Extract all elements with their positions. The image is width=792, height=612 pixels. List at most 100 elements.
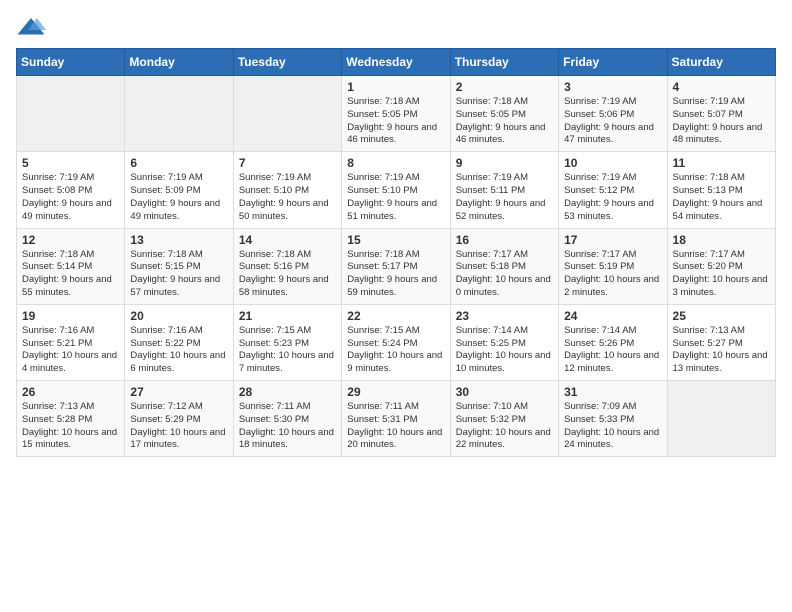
day-number: 19 [22,309,119,323]
day-info: Sunrise: 7:19 AM Sunset: 5:08 PM Dayligh… [22,172,119,223]
day-number: 15 [347,233,444,247]
logo-icon [16,16,46,38]
day-number: 6 [130,156,227,170]
day-info: Sunrise: 7:18 AM Sunset: 5:05 PM Dayligh… [347,96,444,147]
day-number: 22 [347,309,444,323]
day-info: Sunrise: 7:19 AM Sunset: 5:10 PM Dayligh… [347,172,444,223]
day-number: 9 [456,156,553,170]
day-info: Sunrise: 7:18 AM Sunset: 5:17 PM Dayligh… [347,249,444,300]
day-number: 12 [22,233,119,247]
day-cell: 26 Sunrise: 7:13 AM Sunset: 5:28 PM Dayli… [17,381,125,457]
day-info: Sunrise: 7:11 AM Sunset: 5:31 PM Dayligh… [347,401,444,452]
week-row-3: 12 Sunrise: 7:18 AM Sunset: 5:14 PM Dayli… [17,228,776,304]
day-number: 27 [130,385,227,399]
day-cell: 3 Sunrise: 7:19 AM Sunset: 5:06 PM Daylig… [559,76,667,152]
week-row-2: 5 Sunrise: 7:19 AM Sunset: 5:08 PM Daylig… [17,152,776,228]
day-number: 5 [22,156,119,170]
day-number: 4 [673,80,770,94]
day-number: 8 [347,156,444,170]
day-header-wednesday: Wednesday [342,49,450,76]
day-cell: 13 Sunrise: 7:18 AM Sunset: 5:15 PM Dayli… [125,228,233,304]
day-cell: 29 Sunrise: 7:11 AM Sunset: 5:31 PM Dayli… [342,381,450,457]
day-number: 3 [564,80,661,94]
page-header [16,16,776,38]
day-info: Sunrise: 7:18 AM Sunset: 5:16 PM Dayligh… [239,249,336,300]
day-number: 2 [456,80,553,94]
day-header-saturday: Saturday [667,49,775,76]
day-number: 13 [130,233,227,247]
day-info: Sunrise: 7:19 AM Sunset: 5:10 PM Dayligh… [239,172,336,223]
day-cell: 4Sunrise: 7:19 AM Sunset: 5:07 PM Daylig… [667,76,775,152]
day-info: Sunrise: 7:10 AM Sunset: 5:32 PM Dayligh… [456,401,553,452]
day-header-tuesday: Tuesday [233,49,341,76]
logo [16,16,50,38]
day-cell: 16 Sunrise: 7:17 AM Sunset: 5:18 PM Dayli… [450,228,558,304]
day-info: Sunrise: 7:17 AM Sunset: 5:18 PM Dayligh… [456,249,553,300]
day-cell [125,76,233,152]
calendar-body: 1 Sunrise: 7:18 AM Sunset: 5:05 PM Daylig… [17,76,776,457]
day-info: Sunrise: 7:19 AM Sunset: 5:12 PM Dayligh… [564,172,661,223]
day-number: 20 [130,309,227,323]
days-of-week-row: SundayMondayTuesdayWednesdayThursdayFrid… [17,49,776,76]
week-row-1: 1 Sunrise: 7:18 AM Sunset: 5:05 PM Daylig… [17,76,776,152]
day-info: Sunrise: 7:16 AM Sunset: 5:21 PM Dayligh… [22,325,119,376]
day-info: Sunrise: 7:09 AM Sunset: 5:33 PM Dayligh… [564,401,661,452]
day-info: Sunrise: 7:11 AM Sunset: 5:30 PM Dayligh… [239,401,336,452]
day-cell: 22 Sunrise: 7:15 AM Sunset: 5:24 PM Dayli… [342,304,450,380]
day-cell: 25 Sunrise: 7:13 AM Sunset: 5:27 PM Dayli… [667,304,775,380]
week-row-5: 26 Sunrise: 7:13 AM Sunset: 5:28 PM Dayli… [17,381,776,457]
day-cell: 23 Sunrise: 7:14 AM Sunset: 5:25 PM Dayli… [450,304,558,380]
day-info: Sunrise: 7:13 AM Sunset: 5:28 PM Dayligh… [22,401,119,452]
calendar-table: SundayMondayTuesdayWednesdayThursdayFrid… [16,48,776,457]
day-cell: 12 Sunrise: 7:18 AM Sunset: 5:14 PM Dayli… [17,228,125,304]
day-cell: 11Sunrise: 7:18 AM Sunset: 5:13 PM Dayli… [667,152,775,228]
day-number: 16 [456,233,553,247]
day-header-friday: Friday [559,49,667,76]
day-cell [667,381,775,457]
day-cell: 8 Sunrise: 7:19 AM Sunset: 5:10 PM Daylig… [342,152,450,228]
day-cell: 19 Sunrise: 7:16 AM Sunset: 5:21 PM Dayli… [17,304,125,380]
day-number: 1 [347,80,444,94]
week-row-4: 19 Sunrise: 7:16 AM Sunset: 5:21 PM Dayli… [17,304,776,380]
day-cell: 9 Sunrise: 7:19 AM Sunset: 5:11 PM Daylig… [450,152,558,228]
day-info: Sunrise: 7:12 AM Sunset: 5:29 PM Dayligh… [130,401,227,452]
day-number: 7 [239,156,336,170]
day-number: 28 [239,385,336,399]
day-info: Sunrise: 7:15 AM Sunset: 5:23 PM Dayligh… [239,325,336,376]
day-cell: 5 Sunrise: 7:19 AM Sunset: 5:08 PM Daylig… [17,152,125,228]
day-info: Sunrise: 7:13 AM Sunset: 5:27 PM Dayligh… [673,325,770,376]
day-number: 10 [564,156,661,170]
calendar-header: SundayMondayTuesdayWednesdayThursdayFrid… [17,49,776,76]
day-info: Sunrise: 7:14 AM Sunset: 5:25 PM Dayligh… [456,325,553,376]
day-cell: 1 Sunrise: 7:18 AM Sunset: 5:05 PM Daylig… [342,76,450,152]
day-info: Sunrise: 7:14 AM Sunset: 5:26 PM Dayligh… [564,325,661,376]
day-header-thursday: Thursday [450,49,558,76]
day-cell: 7 Sunrise: 7:19 AM Sunset: 5:10 PM Daylig… [233,152,341,228]
day-cell [17,76,125,152]
day-cell: 28 Sunrise: 7:11 AM Sunset: 5:30 PM Dayli… [233,381,341,457]
day-info: Sunrise: 7:18 AM Sunset: 5:15 PM Dayligh… [130,249,227,300]
day-number: 11 [673,156,770,170]
day-cell: 27 Sunrise: 7:12 AM Sunset: 5:29 PM Dayli… [125,381,233,457]
day-info: Sunrise: 7:19 AM Sunset: 5:11 PM Dayligh… [456,172,553,223]
day-cell: 18Sunrise: 7:17 AM Sunset: 5:20 PM Dayli… [667,228,775,304]
day-info: Sunrise: 7:17 AM Sunset: 5:19 PM Dayligh… [564,249,661,300]
day-number: 23 [456,309,553,323]
day-number: 29 [347,385,444,399]
day-number: 24 [564,309,661,323]
day-number: 14 [239,233,336,247]
day-info: Sunrise: 7:19 AM Sunset: 5:06 PM Dayligh… [564,96,661,147]
day-header-sunday: Sunday [17,49,125,76]
day-number: 31 [564,385,661,399]
day-number: 17 [564,233,661,247]
day-info: Sunrise: 7:15 AM Sunset: 5:24 PM Dayligh… [347,325,444,376]
day-cell: 17 Sunrise: 7:17 AM Sunset: 5:19 PM Dayli… [559,228,667,304]
day-cell: 6Sunrise: 7:19 AM Sunset: 5:09 PM Daylig… [125,152,233,228]
day-cell: 2 Sunrise: 7:18 AM Sunset: 5:05 PM Daylig… [450,76,558,152]
day-info: Sunrise: 7:18 AM Sunset: 5:14 PM Dayligh… [22,249,119,300]
day-number: 26 [22,385,119,399]
day-info: Sunrise: 7:16 AM Sunset: 5:22 PM Dayligh… [130,325,227,376]
day-info: Sunrise: 7:18 AM Sunset: 5:05 PM Dayligh… [456,96,553,147]
day-number: 25 [673,309,770,323]
day-cell: 14 Sunrise: 7:18 AM Sunset: 5:16 PM Dayli… [233,228,341,304]
